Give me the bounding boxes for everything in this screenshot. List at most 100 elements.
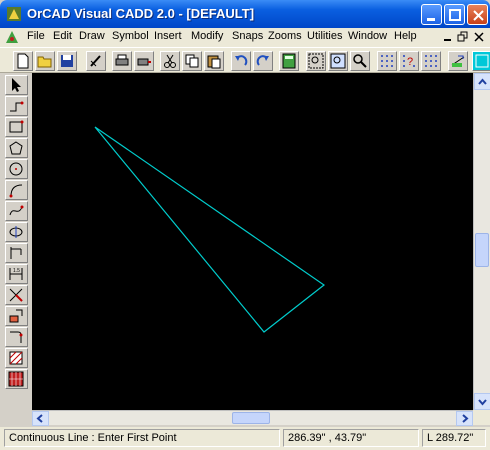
menu-zooms[interactable]: Zooms	[268, 30, 302, 42]
maximize-icon	[449, 9, 461, 21]
zoom-extents-icon	[330, 53, 346, 69]
vertical-scrollbar[interactable]	[473, 73, 490, 410]
maximize-button[interactable]	[444, 4, 465, 25]
menu-modify[interactable]: Modify	[191, 30, 223, 42]
pointer-button[interactable]	[5, 75, 28, 95]
menu-utilities[interactable]: Utilities	[307, 30, 342, 42]
print-icon	[115, 54, 129, 66]
trim-icon	[9, 288, 23, 302]
dimension-button[interactable]: 1.5	[5, 264, 28, 284]
circle-button[interactable]	[5, 159, 28, 179]
ellipse-icon	[9, 226, 23, 238]
ellipse-button[interactable]	[5, 222, 28, 242]
zoom-window-button[interactable]	[306, 51, 326, 71]
title-bar: OrCAD Visual CADD 2.0 - [DEFAULT]	[0, 0, 490, 28]
undo-icon	[235, 55, 248, 66]
paste-button[interactable]	[204, 51, 224, 71]
cyan-tool-button[interactable]	[472, 51, 490, 71]
document-icon[interactable]	[4, 29, 20, 45]
menu-window[interactable]: Window	[348, 30, 387, 42]
fillet-button[interactable]	[5, 327, 28, 347]
symbol-icon	[8, 371, 24, 387]
horizontal-scrollbar[interactable]	[32, 410, 473, 426]
open-button[interactable]	[35, 51, 55, 71]
drawing-svg	[94, 126, 326, 333]
snap-query-icon: ?	[403, 55, 415, 68]
trim-button[interactable]	[5, 285, 28, 305]
status-coordinates: 286.39" , 43.79"	[283, 429, 419, 447]
offset-button[interactable]	[5, 306, 28, 326]
polygon-icon	[9, 141, 23, 155]
mdi-restore-icon[interactable]	[457, 31, 469, 43]
horizontal-scroll-thumb[interactable]	[232, 412, 270, 424]
scroll-left-button[interactable]	[32, 411, 49, 426]
linear-dimension-icon	[10, 247, 22, 259]
snap-grid-2-button[interactable]	[421, 51, 441, 71]
mdi-minimize-icon[interactable]	[442, 31, 454, 43]
mdi-close-icon[interactable]	[473, 31, 485, 43]
scroll-right-button[interactable]	[456, 411, 473, 426]
undo-button[interactable]	[231, 51, 251, 71]
pointer-icon	[12, 78, 21, 92]
zoom-extents-button[interactable]	[328, 51, 348, 71]
save-button[interactable]	[57, 51, 77, 71]
layer-button[interactable]	[448, 51, 468, 71]
menu-edit[interactable]: Edit	[53, 30, 72, 42]
scroll-down-button[interactable]	[474, 393, 490, 410]
new-button[interactable]	[13, 51, 33, 71]
rectangle-button[interactable]	[5, 117, 28, 137]
svg-text:?: ?	[407, 56, 413, 68]
menu-help[interactable]: Help	[394, 30, 417, 42]
minimize-button[interactable]	[421, 4, 442, 25]
cut-button[interactable]	[160, 51, 180, 71]
app-icon[interactable]	[6, 6, 22, 22]
offset-icon	[9, 309, 23, 323]
zoom-button[interactable]	[350, 51, 370, 71]
pen-button[interactable]	[86, 51, 106, 71]
fillet-icon	[10, 331, 23, 343]
chevron-right-icon	[462, 414, 469, 423]
open-icon	[37, 56, 52, 68]
snap-query-button[interactable]: ?	[399, 51, 419, 71]
linear-dimension-button[interactable]	[5, 243, 28, 263]
dimension-icon: 1.5	[9, 268, 23, 280]
menu-insert[interactable]: Insert	[154, 30, 182, 42]
symbol-button[interactable]	[5, 369, 28, 389]
menu-file[interactable]: File	[27, 30, 45, 42]
triangle-shape	[94, 126, 326, 333]
circle-icon	[9, 162, 23, 176]
snap-grid-button[interactable]	[377, 51, 397, 71]
menu-draw[interactable]: Draw	[79, 30, 105, 42]
scroll-up-button[interactable]	[474, 73, 490, 90]
window-title: OrCAD Visual CADD 2.0 - [DEFAULT]	[27, 6, 255, 21]
cut-icon	[164, 54, 176, 68]
menu-snaps[interactable]: Snaps	[232, 30, 263, 42]
print-setup-button[interactable]	[134, 51, 154, 71]
svg-text:1.5: 1.5	[13, 268, 20, 274]
close-icon	[473, 10, 484, 21]
line-button[interactable]	[5, 96, 28, 116]
copy-button[interactable]	[182, 51, 202, 71]
status-prompt: Continuous Line : Enter First Point	[4, 429, 280, 447]
calculator-button[interactable]	[279, 51, 299, 71]
print-button[interactable]	[112, 51, 132, 71]
save-icon	[61, 55, 73, 67]
redo-button[interactable]	[253, 51, 273, 71]
cyan-tool-icon	[475, 54, 489, 68]
snap-grid-2-icon	[425, 55, 437, 67]
hatch-button[interactable]	[5, 348, 28, 368]
calculator-icon	[282, 53, 296, 69]
new-icon	[17, 53, 29, 69]
chevron-down-icon	[478, 399, 487, 406]
arc-icon	[9, 184, 23, 198]
drawing-canvas[interactable]	[32, 73, 473, 410]
curve-button[interactable]	[5, 201, 28, 221]
scrollbar-corner	[473, 410, 490, 425]
zoom-icon	[353, 54, 367, 68]
polygon-button[interactable]	[5, 138, 28, 158]
menu-symbol[interactable]: Symbol	[112, 30, 149, 42]
draw-toolbar: 1.5	[5, 75, 29, 405]
arc-button[interactable]	[5, 180, 28, 200]
close-button[interactable]	[467, 4, 488, 25]
vertical-scroll-thumb[interactable]	[475, 233, 489, 267]
